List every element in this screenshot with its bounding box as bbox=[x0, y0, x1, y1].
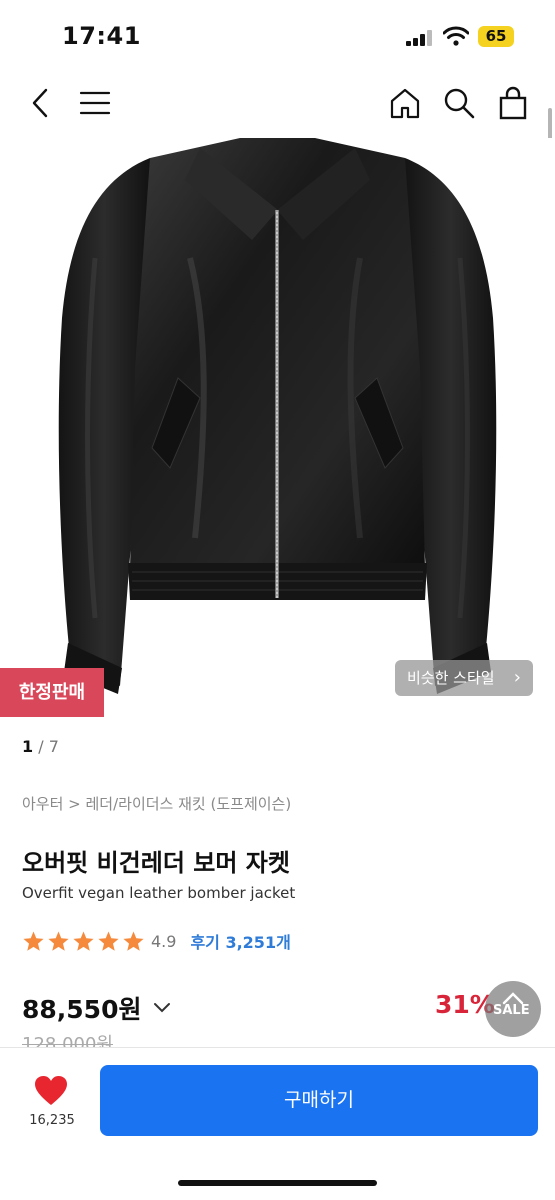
reviews-link[interactable]: 후기 3,251개 bbox=[190, 929, 290, 953]
star-icon bbox=[98, 930, 119, 951]
star-icon bbox=[123, 930, 144, 951]
wifi-icon bbox=[443, 26, 469, 46]
rating-row: 4.9 후기 3,251개 bbox=[22, 928, 291, 954]
breadcrumb[interactable]: 아우터 > 레더/라이더스 재킷 (도프제이슨) bbox=[22, 793, 291, 814]
star-icon bbox=[23, 930, 44, 951]
home-icon[interactable] bbox=[388, 86, 422, 120]
sale-label: SALE bbox=[493, 1003, 530, 1018]
image-pager: 1 / 7 bbox=[22, 737, 59, 756]
original-price: 128,000원 bbox=[22, 1034, 113, 1047]
similar-style-label: 비슷한 스타일 bbox=[407, 669, 495, 687]
jacket-illustration bbox=[58, 138, 497, 694]
pager-current: 1 bbox=[22, 737, 34, 756]
menu-icon[interactable] bbox=[78, 86, 112, 120]
limited-sale-badge: 한정판매 bbox=[0, 668, 104, 717]
home-indicator bbox=[178, 1180, 377, 1186]
chevron-right-icon: › bbox=[513, 667, 521, 688]
chevron-down-icon[interactable] bbox=[152, 998, 172, 1018]
shopping-bag-icon[interactable] bbox=[496, 86, 530, 120]
search-icon[interactable] bbox=[442, 86, 476, 120]
like-count: 16,235 bbox=[29, 1113, 75, 1128]
back-arrow-icon[interactable] bbox=[24, 86, 58, 120]
status-time: 17:41 bbox=[62, 22, 141, 50]
sale-price: 88,550원 bbox=[22, 995, 142, 1024]
similar-style-button[interactable]: 비슷한 스타일 › bbox=[395, 660, 533, 696]
nav-bar bbox=[0, 78, 555, 128]
status-bar: 17:41 65 bbox=[0, 0, 555, 70]
signal-icon bbox=[406, 30, 432, 46]
product-image[interactable] bbox=[0, 138, 555, 720]
pager-total: / 7 bbox=[38, 737, 59, 756]
star-icon bbox=[73, 930, 94, 951]
battery-indicator: 65 bbox=[478, 26, 514, 47]
star-icon bbox=[48, 930, 69, 951]
buy-button[interactable]: 구매하기 bbox=[100, 1065, 538, 1136]
product-title-english: Overfit vegan leather bomber jacket bbox=[22, 884, 296, 902]
rating-value: 4.9 bbox=[151, 931, 177, 951]
product-title: 오버핏 비건레더 보머 자켓 bbox=[22, 849, 290, 877]
rating-stars bbox=[22, 930, 145, 953]
scroll-top-button[interactable]: SALE bbox=[485, 981, 541, 1037]
heart-icon[interactable] bbox=[34, 1075, 68, 1107]
